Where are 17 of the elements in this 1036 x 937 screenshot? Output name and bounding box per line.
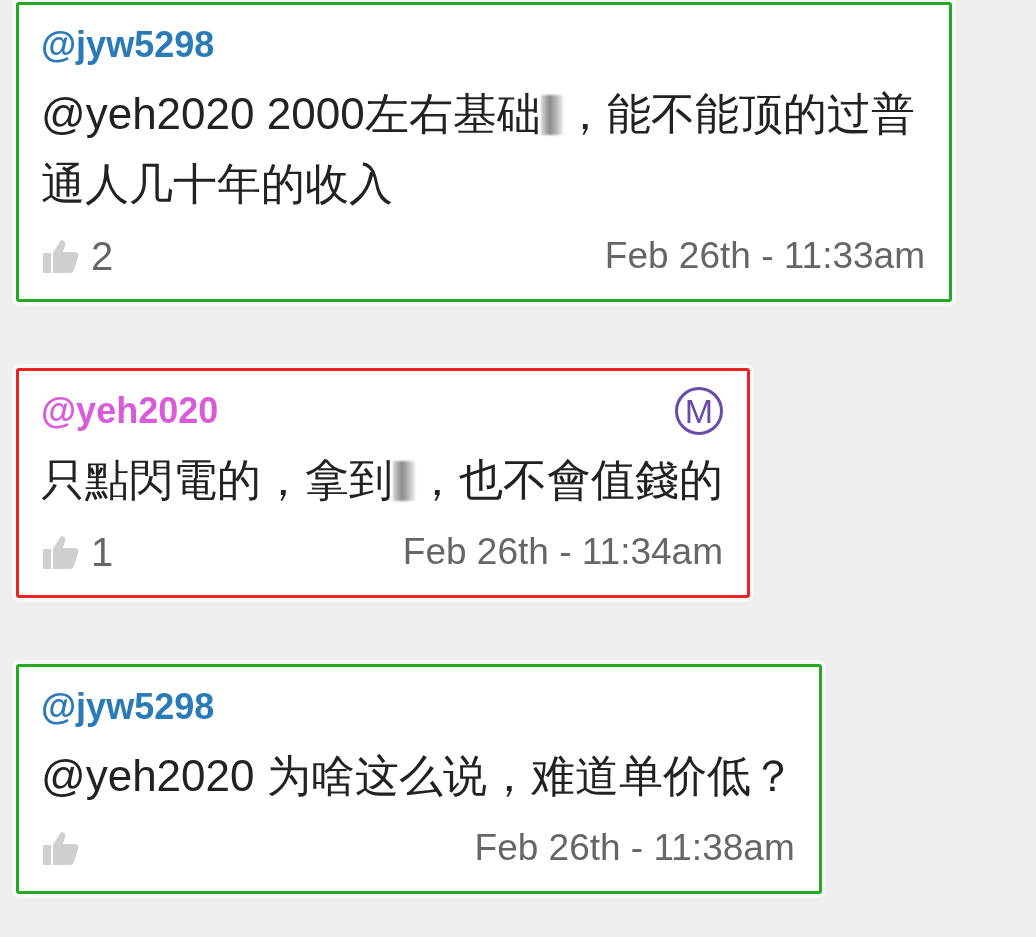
thumbs-up-icon[interactable] bbox=[41, 237, 81, 275]
comment-text: @yeh2020 2000左右基础 ，能不能顶的过普通人几十年的收入 bbox=[41, 88, 916, 210]
comment-text: 只點閃電的，拿到 ，也不會值錢的 bbox=[41, 454, 723, 506]
like-count: 2 bbox=[91, 233, 114, 279]
timestamp: Feb 26th - 11:34am bbox=[402, 531, 723, 573]
blurred-character bbox=[393, 461, 415, 501]
comment-text: @yeh2020 为啥这么说，难道单价低？ bbox=[41, 750, 795, 802]
username[interactable]: @yeh2020 bbox=[41, 390, 219, 432]
like-count: 1 bbox=[91, 529, 114, 575]
username[interactable]: @jyw5298 bbox=[41, 686, 215, 728]
thumbs-up-icon[interactable] bbox=[41, 533, 81, 571]
timestamp: Feb 26th - 11:33am bbox=[604, 235, 925, 277]
username[interactable]: @jyw5298 bbox=[41, 24, 215, 66]
thumbs-up-icon[interactable] bbox=[41, 829, 81, 867]
moderator-badge: M bbox=[675, 387, 723, 435]
blurred-character bbox=[540, 95, 563, 135]
timestamp: Feb 26th - 11:38am bbox=[474, 827, 795, 869]
